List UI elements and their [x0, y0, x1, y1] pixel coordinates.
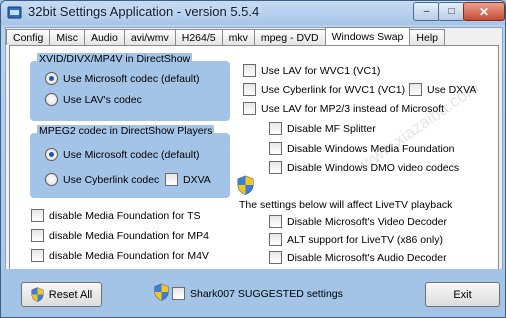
reset-all-label: Reset All: [48, 288, 93, 301]
tab-mkv[interactable]: mkv: [221, 29, 255, 45]
tab-mpeg-dvd[interactable]: mpeg - DVD: [253, 29, 326, 45]
checkbox[interactable]: [269, 251, 282, 264]
xvid-codec-group: XVID/DIVX/MP4V in DirectShow: [28, 53, 232, 123]
mpeg2-cyberlink-option[interactable]: Use Cyberlink codec: [45, 173, 159, 186]
checkbox[interactable]: [31, 249, 44, 262]
checkbox[interactable]: [165, 173, 178, 186]
livetv-note: The settings below will affect LiveTV pl…: [239, 199, 453, 211]
uac-shield-icon: [31, 287, 44, 302]
lav-vc1-checkbox[interactable]: Use LAV for WVC1 (VC1): [243, 64, 380, 77]
checkbox[interactable]: [269, 215, 282, 228]
window-title: 32bit Settings Application - version 5.5…: [28, 4, 260, 19]
xvid-microsoft-option[interactable]: Use Microsoft codec (default): [45, 72, 200, 85]
app-window: 32bit Settings Application - version 5.5…: [0, 0, 506, 318]
minimize-icon: –: [423, 6, 430, 17]
tab-config[interactable]: Config: [6, 29, 51, 45]
checkbox-label: ALT support for LiveTV (x86 only): [287, 233, 444, 246]
checkbox-label: Use DXVA: [427, 83, 477, 96]
tab-help[interactable]: Help: [409, 29, 445, 45]
xvid-group-title: XVID/DIVX/MP4V in DirectShow: [37, 53, 193, 65]
exit-label: Exit: [453, 288, 472, 301]
lav-mp23-checkbox[interactable]: Use LAV for MP2/3 instead of Microsoft: [243, 102, 444, 115]
alt-support-livetv-checkbox[interactable]: ALT support for LiveTV (x86 only): [269, 233, 443, 246]
suggested-settings-checkbox[interactable]: Shark007 SUGGESTED settings: [172, 287, 343, 300]
radio-button[interactable]: [45, 173, 58, 186]
tab-strip: Config Misc Audio avi/wmv H264/5 mkv mpe…: [6, 27, 445, 46]
checkbox[interactable]: [269, 122, 282, 135]
checkbox-label: Disable MF Splitter: [287, 122, 376, 135]
checkbox-label: DXVA: [183, 173, 211, 186]
disable-wmf-checkbox[interactable]: Disable Windows Media Foundation: [269, 142, 455, 155]
checkbox-label: Use Cyberlink for WVC1 (VC1): [261, 83, 406, 96]
cyberlink-vc1-checkbox[interactable]: Use Cyberlink for WVC1 (VC1): [243, 83, 405, 96]
option-label: Use Cyberlink codec: [63, 173, 160, 186]
checkbox[interactable]: [269, 142, 282, 155]
checkbox-label: disable Media Foundation for M4V: [49, 249, 209, 262]
checkbox-label: disable Media Foundation for TS: [49, 209, 201, 222]
checkbox[interactable]: [172, 287, 185, 300]
mpeg2-dxva-checkbox[interactable]: DXVA: [165, 173, 211, 186]
reset-all-button[interactable]: Reset All: [21, 282, 102, 307]
checkbox-label: disable Media Foundation for MP4: [49, 229, 209, 242]
checkbox[interactable]: [269, 233, 282, 246]
radio-button[interactable]: [45, 148, 58, 161]
checkbox-label: Disable Windows DMO video codecs: [287, 161, 460, 174]
mpeg2-codec-group: MPEG2 codec in DirectShow Players: [28, 125, 232, 200]
radio-button[interactable]: [45, 93, 58, 106]
radio-button[interactable]: [45, 72, 58, 85]
option-label: Use Microsoft codec (default): [63, 148, 200, 161]
option-label: Use LAV's codec: [63, 93, 142, 106]
tab-windows-swap[interactable]: Windows Swap: [324, 27, 411, 45]
disable-mf-m4v-checkbox[interactable]: disable Media Foundation for M4V: [31, 249, 209, 262]
checkbox-label: Disable Microsoft's Audio Decoder: [287, 251, 447, 264]
maximize-button[interactable]: □: [438, 2, 465, 21]
checkbox[interactable]: [269, 161, 282, 174]
checkbox[interactable]: [243, 102, 256, 115]
disable-mf-ts-checkbox[interactable]: disable Media Foundation for TS: [31, 209, 201, 222]
mpeg2-group-title: MPEG2 codec in DirectShow Players: [37, 125, 215, 137]
disable-ms-video-decoder-checkbox[interactable]: Disable Microsoft's Video Decoder: [269, 215, 447, 228]
tab-avi-wmv[interactable]: avi/wmv: [123, 29, 176, 45]
checkbox-label: Shark007 SUGGESTED settings: [190, 287, 343, 300]
disable-dmo-checkbox[interactable]: Disable Windows DMO video codecs: [269, 161, 459, 174]
close-icon: ✕: [478, 4, 490, 19]
tab-h264-5[interactable]: H264/5: [174, 29, 223, 45]
tab-audio[interactable]: Audio: [83, 29, 125, 45]
option-label: Use Microsoft codec (default): [63, 72, 200, 85]
maximize-icon: □: [448, 6, 455, 17]
disable-ms-audio-decoder-checkbox[interactable]: Disable Microsoft's Audio Decoder: [269, 251, 447, 264]
disable-mf-splitter-checkbox[interactable]: Disable MF Splitter: [269, 122, 376, 135]
checkbox[interactable]: [31, 209, 44, 222]
uac-shield-icon: [237, 175, 254, 195]
minimize-button[interactable]: –: [413, 2, 440, 21]
app-icon: [7, 6, 22, 19]
disable-mf-mp4-checkbox[interactable]: disable Media Foundation for MP4: [31, 229, 209, 242]
xvid-lav-option[interactable]: Use LAV's codec: [45, 93, 142, 106]
mpeg2-microsoft-option[interactable]: Use Microsoft codec (default): [45, 148, 200, 161]
uac-shield-icon: [154, 283, 169, 301]
title-bar[interactable]: 32bit Settings Application - version 5.5…: [1, 1, 505, 25]
checkbox-label: Disable Windows Media Foundation: [287, 142, 455, 155]
close-button[interactable]: ✕: [463, 2, 505, 21]
checkbox[interactable]: [31, 229, 44, 242]
checkbox[interactable]: [243, 64, 256, 77]
checkbox[interactable]: [243, 83, 256, 96]
tab-misc[interactable]: Misc: [49, 29, 85, 45]
use-dxva-checkbox[interactable]: Use DXVA: [409, 83, 476, 96]
checkbox-label: Use LAV for WVC1 (VC1): [261, 64, 381, 77]
exit-button[interactable]: Exit: [425, 282, 500, 307]
checkbox-label: Use LAV for MP2/3 instead of Microsoft: [261, 102, 445, 115]
checkbox[interactable]: [409, 83, 422, 96]
checkbox-label: Disable Microsoft's Video Decoder: [287, 215, 447, 228]
